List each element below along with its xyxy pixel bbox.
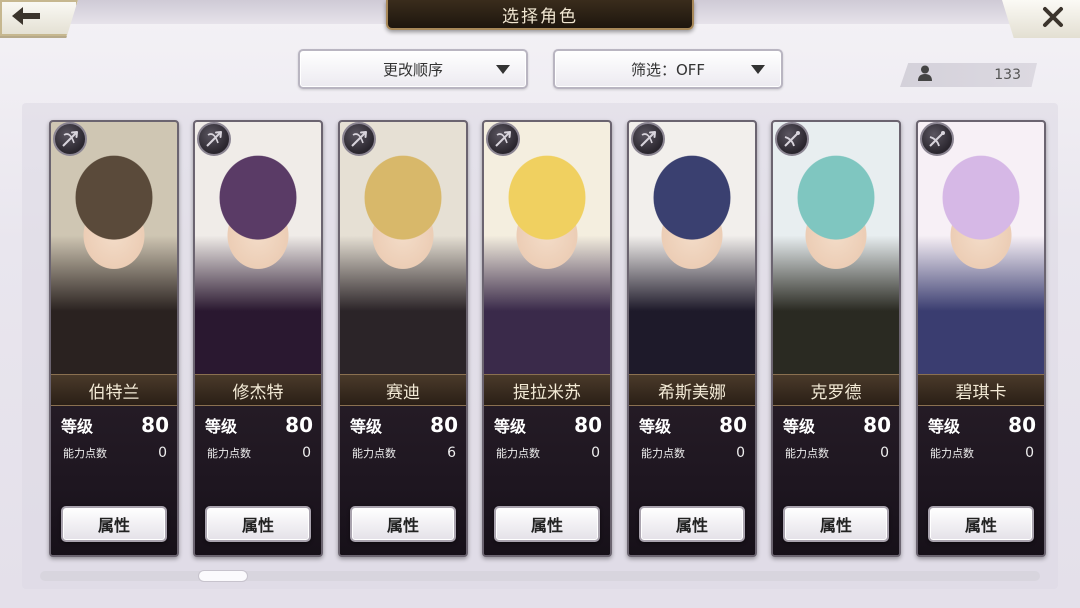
level-label: 等级 [61, 417, 94, 436]
level-value: 80 [574, 413, 602, 437]
level-label: 等级 [928, 417, 961, 436]
character-name: 希斯美娜 [629, 374, 755, 406]
level-label: 等级 [494, 417, 527, 436]
attributes-button[interactable]: 属性 [61, 506, 167, 542]
character-card[interactable]: 碧琪卡 等级 80 能力点数 0 属性 [916, 120, 1046, 557]
ability-points-row: 能力点数 0 [773, 442, 899, 464]
character-name: 碧琪卡 [918, 374, 1044, 406]
character-name: 提拉米苏 [484, 374, 610, 406]
ability-points-label: 能力点数 [930, 447, 974, 460]
ability-points-label: 能力点数 [496, 447, 540, 460]
level-row: 等级 80 [340, 410, 466, 440]
count-value: 133 [994, 67, 1021, 83]
ability-points-row: 能力点数 6 [340, 442, 466, 464]
character-card[interactable]: 克罗德 等级 80 能力点数 0 属性 [771, 120, 901, 557]
filter-dropdown-label: 筛选：OFF [630, 60, 706, 79]
bow-icon [486, 122, 520, 156]
scrollbar-thumb[interactable] [198, 570, 248, 582]
character-card[interactable]: 赛迪 等级 80 能力点数 6 属性 [338, 120, 468, 557]
order-dropdown-label: 更改顺序 [382, 60, 443, 79]
attributes-button[interactable]: 属性 [350, 506, 456, 542]
ability-points-value: 0 [158, 445, 167, 461]
character-portrait [340, 122, 466, 374]
ability-points-label: 能力点数 [785, 447, 829, 460]
back-button[interactable] [0, 0, 78, 38]
character-card[interactable]: 提拉米苏 等级 80 能力点数 0 属性 [482, 120, 612, 557]
character-portrait [484, 122, 610, 374]
character-name: 赛迪 [340, 374, 466, 406]
level-value: 80 [863, 413, 891, 437]
attributes-button[interactable]: 属性 [639, 506, 745, 542]
ability-points-row: 能力点数 0 [484, 442, 610, 464]
character-portrait [918, 122, 1044, 374]
character-count: 133 [900, 63, 1037, 87]
attributes-button[interactable]: 属性 [205, 506, 311, 542]
chevron-down-icon [496, 65, 510, 74]
ability-points-value: 0 [302, 445, 311, 461]
character-card[interactable]: 希斯美娜 等级 80 能力点数 0 属性 [627, 120, 757, 557]
level-value: 80 [141, 413, 169, 437]
close-button[interactable] [1002, 0, 1080, 38]
level-row: 等级 80 [773, 410, 899, 440]
character-name: 修杰特 [195, 374, 321, 406]
level-value: 80 [1008, 413, 1036, 437]
close-icon [1042, 6, 1064, 32]
ability-points-label: 能力点数 [207, 447, 251, 460]
order-dropdown[interactable]: 更改顺序 [298, 49, 528, 89]
chevron-down-icon [751, 65, 765, 74]
user-icon [918, 65, 932, 85]
level-row: 等级 80 [484, 410, 610, 440]
scrollbar-track[interactable] [40, 571, 1040, 581]
level-row: 等级 80 [918, 410, 1044, 440]
ability-points-label: 能力点数 [641, 447, 685, 460]
level-row: 等级 80 [51, 410, 177, 440]
ability-points-value: 0 [880, 445, 889, 461]
character-portrait [195, 122, 321, 374]
level-row: 等级 80 [629, 410, 755, 440]
crossbow-icon [775, 122, 809, 156]
level-label: 等级 [205, 417, 238, 436]
level-label: 等级 [350, 417, 383, 436]
level-label: 等级 [639, 417, 672, 436]
character-card[interactable]: 修杰特 等级 80 能力点数 0 属性 [193, 120, 323, 557]
character-portrait [51, 122, 177, 374]
character-portrait [773, 122, 899, 374]
character-name: 克罗德 [773, 374, 899, 406]
character-card[interactable]: 伯特兰 等级 80 能力点数 0 属性 [49, 120, 179, 557]
level-row: 等级 80 [195, 410, 321, 440]
ability-points-label: 能力点数 [63, 447, 107, 460]
page-title: 选择角色 [386, 0, 694, 30]
attributes-button[interactable]: 属性 [783, 506, 889, 542]
bow-icon [342, 122, 376, 156]
attributes-button[interactable]: 属性 [928, 506, 1034, 542]
ability-points-value: 0 [591, 445, 600, 461]
ability-points-row: 能力点数 0 [195, 442, 321, 464]
ability-points-label: 能力点数 [352, 447, 396, 460]
level-value: 80 [719, 413, 747, 437]
level-value: 80 [285, 413, 313, 437]
level-label: 等级 [783, 417, 816, 436]
bow-icon [631, 122, 665, 156]
filter-dropdown[interactable]: 筛选：OFF [553, 49, 783, 89]
crossbow-icon [920, 122, 954, 156]
character-name: 伯特兰 [51, 374, 177, 406]
ability-points-row: 能力点数 0 [629, 442, 755, 464]
bow-icon [197, 122, 231, 156]
attributes-button[interactable]: 属性 [494, 506, 600, 542]
ability-points-row: 能力点数 0 [51, 442, 177, 464]
ability-points-value: 0 [736, 445, 745, 461]
character-portrait [629, 122, 755, 374]
arrow-left-icon [12, 6, 42, 30]
ability-points-value: 6 [447, 445, 456, 461]
ability-points-row: 能力点数 0 [918, 442, 1044, 464]
bow-icon [53, 122, 87, 156]
level-value: 80 [430, 413, 458, 437]
ability-points-value: 0 [1025, 445, 1034, 461]
